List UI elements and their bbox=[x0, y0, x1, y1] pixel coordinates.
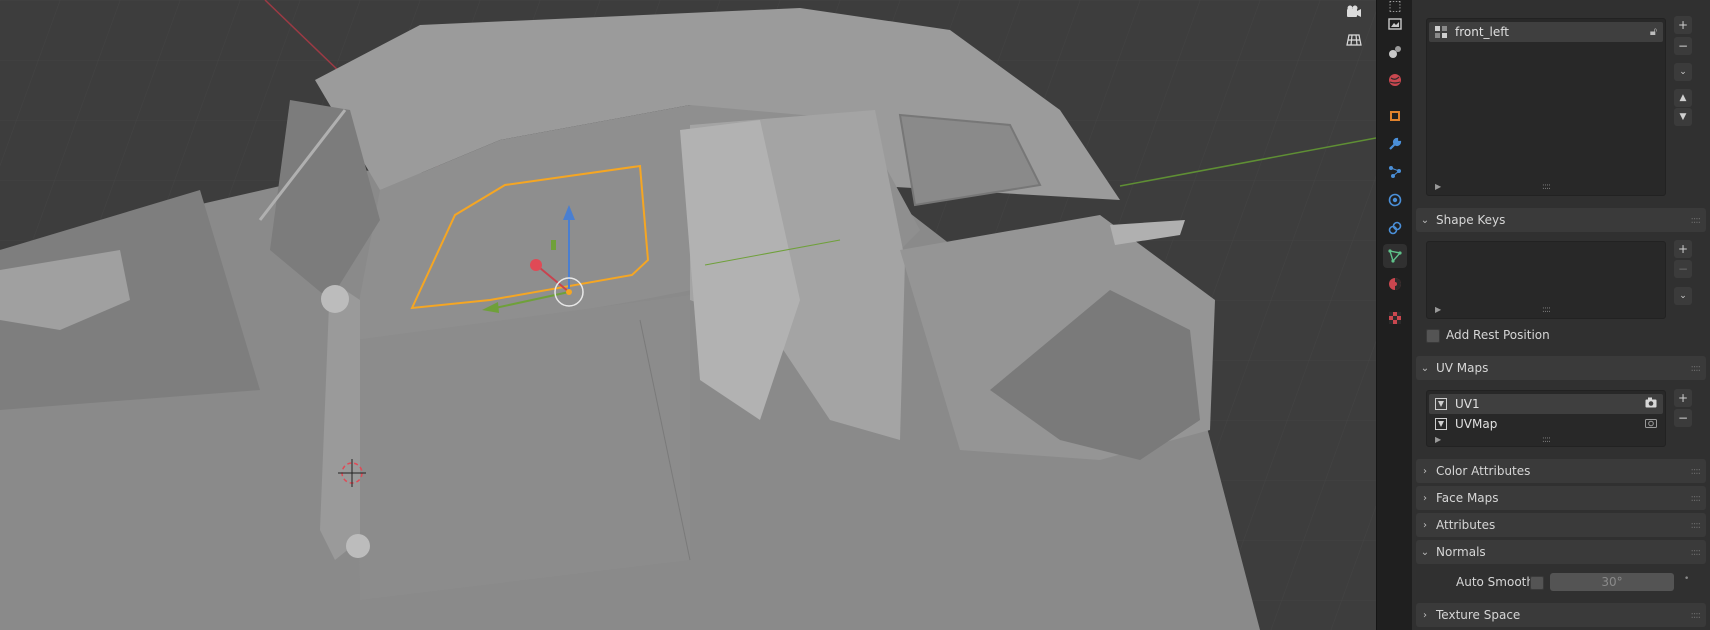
chevron-right-icon: › bbox=[1423, 609, 1427, 621]
drag-grip-icon[interactable]: :::: bbox=[1691, 493, 1702, 504]
add-rest-position-checkbox[interactable] bbox=[1426, 329, 1440, 343]
drag-grip-icon[interactable]: :::: bbox=[1691, 363, 1702, 374]
list-resize-grip[interactable]: :::: bbox=[1542, 305, 1551, 315]
move-down-button[interactable]: ▼ bbox=[1674, 108, 1692, 126]
3d-viewport[interactable] bbox=[0, 0, 1376, 630]
attributes-header[interactable]: › Attributes :::: bbox=[1416, 513, 1706, 537]
chevron-down-icon: ⌄ bbox=[1420, 214, 1430, 226]
uv-maps-header[interactable]: ⌄ UV Maps :::: bbox=[1416, 356, 1706, 380]
list-item[interactable]: UVMap bbox=[1429, 414, 1663, 434]
particles-tab-icon[interactable] bbox=[1383, 160, 1407, 184]
remove-vertex-group-button[interactable]: − bbox=[1674, 37, 1692, 55]
shape-keys-header[interactable]: ⌄ Shape Keys :::: bbox=[1416, 208, 1706, 232]
properties-tab-strip: ⬚ bbox=[1376, 0, 1413, 630]
drag-grip-icon[interactable]: :::: bbox=[1691, 466, 1702, 477]
vertex-groups-list[interactable]: front_left 🔓︎ ▶ :::: bbox=[1426, 18, 1666, 196]
texture-tab-icon[interactable] bbox=[1383, 306, 1407, 330]
material-tab-icon[interactable] bbox=[1383, 272, 1407, 296]
uv-map-name: UVMap bbox=[1455, 417, 1498, 431]
add-rest-position-label: Add Rest Position bbox=[1446, 328, 1550, 342]
expand-filter-icon[interactable]: ▶ bbox=[1435, 435, 1441, 444]
physics-tab-icon[interactable] bbox=[1383, 188, 1407, 212]
keyframe-dot-icon[interactable]: • bbox=[1684, 574, 1689, 584]
world-tab-icon[interactable] bbox=[1383, 68, 1407, 92]
add-shape-key-button[interactable]: + bbox=[1674, 240, 1692, 258]
section-title: Shape Keys bbox=[1436, 213, 1506, 227]
viewport-scene[interactable] bbox=[0, 0, 1376, 630]
section-title: Texture Space bbox=[1436, 608, 1521, 622]
auto-smooth-label: Auto Smooth bbox=[1456, 575, 1534, 589]
face-maps-header[interactable]: › Face Maps :::: bbox=[1416, 486, 1706, 510]
chevron-right-icon: › bbox=[1423, 519, 1427, 531]
vertex-group-icon bbox=[1433, 24, 1449, 40]
list-resize-grip[interactable]: :::: bbox=[1542, 435, 1551, 445]
uv-maps-list[interactable]: UV1 UVMap ▶ :::: bbox=[1426, 390, 1666, 447]
camera-icon[interactable] bbox=[1645, 397, 1657, 411]
uv-map-name: UV1 bbox=[1455, 397, 1480, 411]
move-up-button[interactable]: ▲ bbox=[1674, 89, 1692, 107]
auto-smooth-angle-field[interactable]: 30° bbox=[1550, 573, 1674, 591]
list-resize-grip[interactable]: :::: bbox=[1542, 182, 1551, 192]
chevron-right-icon: › bbox=[1423, 492, 1427, 504]
mesh-data-icon[interactable] bbox=[1383, 244, 1407, 268]
section-title: Color Attributes bbox=[1436, 464, 1531, 478]
section-title: Face Maps bbox=[1436, 491, 1499, 505]
chevron-down-icon: ⌄ bbox=[1420, 362, 1430, 374]
x-axis-handle bbox=[530, 259, 542, 271]
properties-panel: front_left 🔓︎ ▶ :::: + − ⌄ ▲ ▼ ⌄ Shape K… bbox=[1412, 0, 1710, 630]
color-attributes-header[interactable]: › Color Attributes :::: bbox=[1416, 459, 1706, 483]
drag-grip-icon[interactable]: :::: bbox=[1691, 610, 1702, 621]
drag-grip-icon[interactable]: :::: bbox=[1691, 520, 1702, 531]
list-item[interactable]: front_left 🔓︎ bbox=[1429, 22, 1663, 42]
chevron-right-icon: › bbox=[1423, 465, 1427, 477]
vertex-group-specials-button[interactable]: ⌄ bbox=[1674, 63, 1692, 81]
section-title: Normals bbox=[1436, 545, 1486, 559]
expand-filter-icon[interactable]: ▶ bbox=[1435, 305, 1441, 314]
lock-open-icon[interactable]: 🔓︎ bbox=[1650, 25, 1657, 39]
auto-smooth-checkbox[interactable] bbox=[1530, 576, 1544, 590]
perspective-grid-icon[interactable] bbox=[1342, 28, 1366, 52]
constraints-tab-icon[interactable] bbox=[1383, 216, 1407, 240]
add-vertex-group-button[interactable]: + bbox=[1674, 16, 1692, 34]
normals-header[interactable]: ⌄ Normals :::: bbox=[1416, 540, 1706, 564]
uv-map-icon bbox=[1433, 416, 1449, 432]
camera-icon[interactable] bbox=[1645, 417, 1657, 431]
remove-shape-key-button: − bbox=[1674, 260, 1692, 278]
shape-keys-list[interactable]: ▶ :::: bbox=[1426, 241, 1666, 319]
list-item[interactable]: UV1 bbox=[1429, 394, 1663, 414]
expand-filter-icon[interactable]: ▶ bbox=[1435, 182, 1441, 191]
output-tab-icon[interactable] bbox=[1383, 12, 1407, 36]
vertex-group-name: front_left bbox=[1455, 25, 1509, 39]
section-title: Attributes bbox=[1436, 518, 1496, 532]
uv-map-icon bbox=[1433, 396, 1449, 412]
texture-space-header[interactable]: › Texture Space :::: bbox=[1416, 603, 1706, 627]
add-uv-map-button[interactable]: + bbox=[1674, 389, 1692, 407]
camera-view-icon[interactable] bbox=[1342, 0, 1366, 24]
drag-grip-icon[interactable]: :::: bbox=[1691, 547, 1702, 558]
scene-tab-icon[interactable] bbox=[1383, 40, 1407, 64]
object-tab-icon[interactable] bbox=[1383, 104, 1407, 128]
shape-key-specials-button[interactable]: ⌄ bbox=[1674, 287, 1692, 305]
remove-uv-map-button[interactable]: − bbox=[1674, 409, 1692, 427]
section-title: UV Maps bbox=[1436, 361, 1489, 375]
chevron-down-icon: ⌄ bbox=[1420, 546, 1430, 558]
drag-grip-icon[interactable]: :::: bbox=[1691, 215, 1702, 226]
wrench-icon[interactable] bbox=[1383, 132, 1407, 156]
